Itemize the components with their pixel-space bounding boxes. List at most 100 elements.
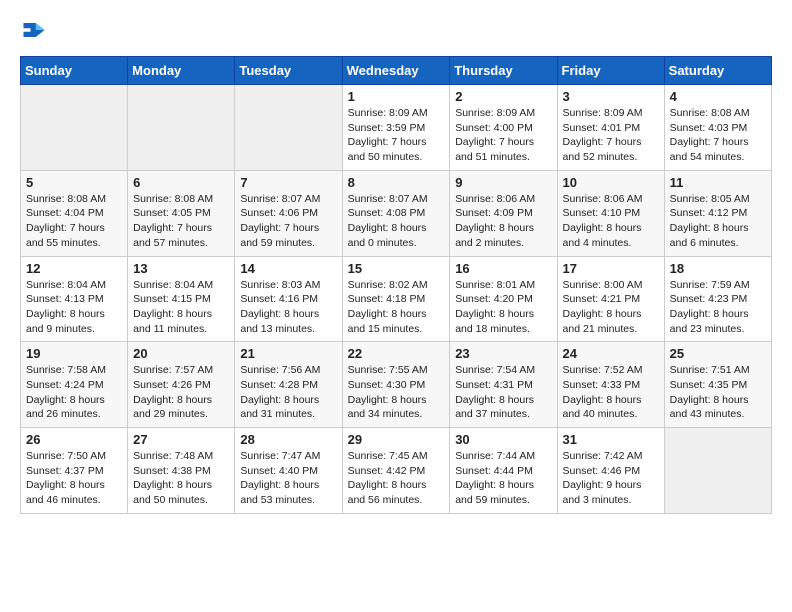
logo-icon [20,16,48,44]
day-info: Sunrise: 8:05 AM Sunset: 4:12 PM Dayligh… [670,192,766,251]
day-info: Sunrise: 7:44 AM Sunset: 4:44 PM Dayligh… [455,449,551,508]
calendar-cell: 3Sunrise: 8:09 AM Sunset: 4:01 PM Daylig… [557,85,664,171]
calendar-week-row: 12 Sunrise: 8:04 AM Sunset: 4:13 PM Dayli… [21,256,772,342]
day-info: Sunrise: 7:58 AM Sunset: 4:24 PM Dayligh… [26,363,122,422]
day-info: Sunrise: 8:04 AM Sunset: 4:13 PM Dayligh… [26,278,122,337]
day-number: 5 [26,175,122,190]
calendar-cell [664,428,771,514]
day-number: 29 [348,432,445,447]
day-info: Sunrise: 7:45 AM Sunset: 4:42 PM Dayligh… [348,449,445,508]
day-number: 2 [455,89,551,104]
day-info: Sunrise: 7:57 AM Sunset: 4:26 PM Dayligh… [133,363,229,422]
calendar-cell: 7Sunrise: 8:07 AM Sunset: 4:06 PM Daylig… [235,170,342,256]
day-number: 30 [455,432,551,447]
day-info: Sunrise: 8:01 AM Sunset: 4:20 PM Dayligh… [455,278,551,337]
day-number: 31 [563,432,659,447]
weekday-header-tuesday: Tuesday [235,57,342,85]
calendar-cell: 23 Sunrise: 7:54 AM Sunset: 4:31 PM Dayli… [450,342,557,428]
calendar-week-row: 1 Sunrise: 8:09 AM Sunset: 3:59 PM Daylig… [21,85,772,171]
calendar-cell: 13 Sunrise: 8:04 AM Sunset: 4:15 PM Dayli… [128,256,235,342]
day-number: 23 [455,346,551,361]
day-info: Sunrise: 8:04 AM Sunset: 4:15 PM Dayligh… [133,278,229,337]
day-number: 27 [133,432,229,447]
day-number: 24 [563,346,659,361]
calendar-cell: 4 Sunrise: 8:08 AM Sunset: 4:03 PM Daylig… [664,85,771,171]
calendar-cell: 8 Sunrise: 8:07 AM Sunset: 4:08 PM Daylig… [342,170,450,256]
calendar-cell: 5Sunrise: 8:08 AM Sunset: 4:04 PM Daylig… [21,170,128,256]
day-info: Sunrise: 8:09 AM Sunset: 3:59 PM Dayligh… [348,106,445,165]
day-number: 4 [670,89,766,104]
calendar: SundayMondayTuesdayWednesdayThursdayFrid… [20,56,772,514]
weekday-header-friday: Friday [557,57,664,85]
day-number: 18 [670,261,766,276]
calendar-cell: 31 Sunrise: 7:42 AM Sunset: 4:46 PM Dayli… [557,428,664,514]
day-info: Sunrise: 7:54 AM Sunset: 4:31 PM Dayligh… [455,363,551,422]
day-number: 8 [348,175,445,190]
weekday-header-monday: Monday [128,57,235,85]
calendar-cell: 24Sunrise: 7:52 AM Sunset: 4:33 PM Dayli… [557,342,664,428]
weekday-header-thursday: Thursday [450,57,557,85]
day-info: Sunrise: 8:07 AM Sunset: 4:08 PM Dayligh… [348,192,445,251]
day-number: 6 [133,175,229,190]
calendar-cell: 9 Sunrise: 8:06 AM Sunset: 4:09 PM Daylig… [450,170,557,256]
weekday-header-row: SundayMondayTuesdayWednesdayThursdayFrid… [21,57,772,85]
day-info: Sunrise: 8:00 AM Sunset: 4:21 PM Dayligh… [563,278,659,337]
logo [20,16,52,44]
day-info: Sunrise: 8:03 AM Sunset: 4:16 PM Dayligh… [240,278,336,337]
day-number: 26 [26,432,122,447]
day-info: Sunrise: 7:50 AM Sunset: 4:37 PM Dayligh… [26,449,122,508]
calendar-cell: 14 Sunrise: 8:03 AM Sunset: 4:16 PM Dayli… [235,256,342,342]
day-number: 19 [26,346,122,361]
day-number: 21 [240,346,336,361]
calendar-cell: 16Sunrise: 8:01 AM Sunset: 4:20 PM Dayli… [450,256,557,342]
day-number: 14 [240,261,336,276]
calendar-cell: 10 Sunrise: 8:06 AM Sunset: 4:10 PM Dayli… [557,170,664,256]
day-info: Sunrise: 8:08 AM Sunset: 4:03 PM Dayligh… [670,106,766,165]
day-info: Sunrise: 7:56 AM Sunset: 4:28 PM Dayligh… [240,363,336,422]
day-number: 1 [348,89,445,104]
calendar-week-row: 5Sunrise: 8:08 AM Sunset: 4:04 PM Daylig… [21,170,772,256]
calendar-cell: 18 Sunrise: 7:59 AM Sunset: 4:23 PM Dayli… [664,256,771,342]
calendar-cell: 1 Sunrise: 8:09 AM Sunset: 3:59 PM Daylig… [342,85,450,171]
page: SundayMondayTuesdayWednesdayThursdayFrid… [0,0,792,534]
day-number: 28 [240,432,336,447]
day-number: 11 [670,175,766,190]
weekday-header-sunday: Sunday [21,57,128,85]
calendar-cell: 30 Sunrise: 7:44 AM Sunset: 4:44 PM Dayli… [450,428,557,514]
calendar-cell: 27 Sunrise: 7:48 AM Sunset: 4:38 PM Dayli… [128,428,235,514]
day-number: 9 [455,175,551,190]
calendar-week-row: 19 Sunrise: 7:58 AM Sunset: 4:24 PM Dayli… [21,342,772,428]
calendar-header: SundayMondayTuesdayWednesdayThursdayFrid… [21,57,772,85]
day-number: 13 [133,261,229,276]
day-number: 17 [563,261,659,276]
calendar-week-row: 26 Sunrise: 7:50 AM Sunset: 4:37 PM Dayli… [21,428,772,514]
day-number: 15 [348,261,445,276]
day-info: Sunrise: 8:09 AM Sunset: 4:01 PM Dayligh… [563,106,659,165]
day-info: Sunrise: 7:59 AM Sunset: 4:23 PM Dayligh… [670,278,766,337]
calendar-cell: 2 Sunrise: 8:09 AM Sunset: 4:00 PM Daylig… [450,85,557,171]
calendar-cell: 6Sunrise: 8:08 AM Sunset: 4:05 PM Daylig… [128,170,235,256]
day-number: 25 [670,346,766,361]
day-info: Sunrise: 7:47 AM Sunset: 4:40 PM Dayligh… [240,449,336,508]
calendar-cell [21,85,128,171]
calendar-cell: 26 Sunrise: 7:50 AM Sunset: 4:37 PM Dayli… [21,428,128,514]
calendar-cell: 20Sunrise: 7:57 AM Sunset: 4:26 PM Dayli… [128,342,235,428]
day-info: Sunrise: 8:02 AM Sunset: 4:18 PM Dayligh… [348,278,445,337]
day-info: Sunrise: 8:07 AM Sunset: 4:06 PM Dayligh… [240,192,336,251]
calendar-cell [128,85,235,171]
day-info: Sunrise: 8:06 AM Sunset: 4:09 PM Dayligh… [455,192,551,251]
calendar-cell: 15 Sunrise: 8:02 AM Sunset: 4:18 PM Dayli… [342,256,450,342]
calendar-cell: 12 Sunrise: 8:04 AM Sunset: 4:13 PM Dayli… [21,256,128,342]
calendar-body: 1 Sunrise: 8:09 AM Sunset: 3:59 PM Daylig… [21,85,772,514]
weekday-header-wednesday: Wednesday [342,57,450,85]
day-number: 10 [563,175,659,190]
day-info: Sunrise: 7:48 AM Sunset: 4:38 PM Dayligh… [133,449,229,508]
day-info: Sunrise: 8:09 AM Sunset: 4:00 PM Dayligh… [455,106,551,165]
calendar-cell: 11 Sunrise: 8:05 AM Sunset: 4:12 PM Dayli… [664,170,771,256]
calendar-cell: 17 Sunrise: 8:00 AM Sunset: 4:21 PM Dayli… [557,256,664,342]
calendar-cell: 28 Sunrise: 7:47 AM Sunset: 4:40 PM Dayli… [235,428,342,514]
day-info: Sunrise: 8:06 AM Sunset: 4:10 PM Dayligh… [563,192,659,251]
day-number: 12 [26,261,122,276]
calendar-cell: 25Sunrise: 7:51 AM Sunset: 4:35 PM Dayli… [664,342,771,428]
day-info: Sunrise: 7:42 AM Sunset: 4:46 PM Dayligh… [563,449,659,508]
